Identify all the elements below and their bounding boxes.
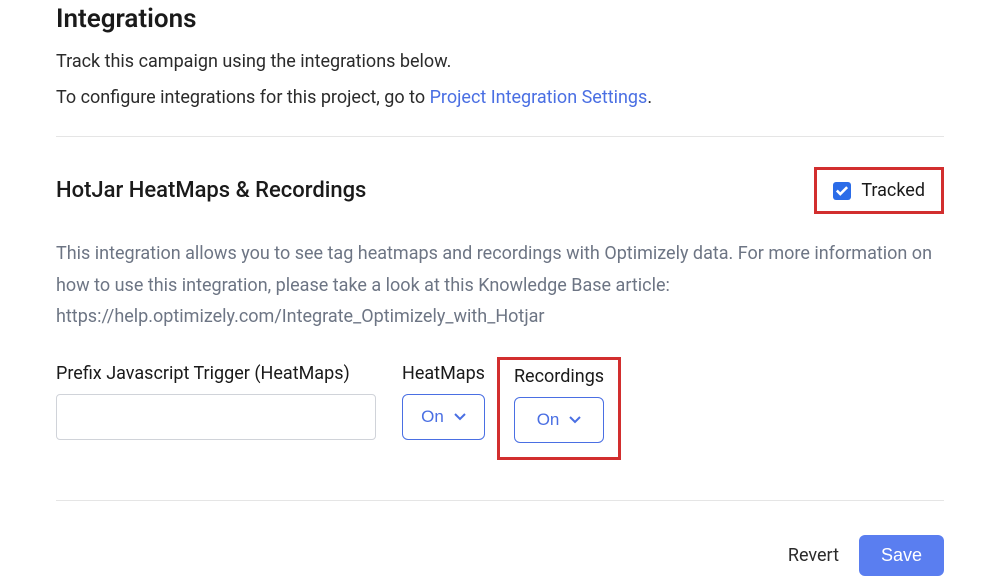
chevron-down-icon: [569, 416, 581, 424]
tracked-checkbox[interactable]: [833, 182, 851, 200]
config-line: To configure integrations for this proje…: [56, 87, 944, 108]
tracked-label: Tracked: [861, 180, 925, 201]
heatmaps-field-group: HeatMaps On: [402, 363, 485, 440]
prefix-label: Prefix Javascript Trigger (HeatMaps): [56, 363, 376, 384]
footer-divider: [56, 500, 944, 501]
footer-bar: Revert Save: [0, 500, 1000, 566]
config-suffix: .: [647, 87, 652, 108]
revert-button[interactable]: Revert: [788, 545, 839, 566]
divider: [56, 136, 944, 137]
tracked-container: Tracked: [814, 167, 944, 214]
check-icon: [836, 185, 848, 197]
page-title: Integrations: [56, 4, 944, 34]
page-subtitle: Track this campaign using the integratio…: [56, 48, 944, 75]
fields-row: Prefix Javascript Trigger (HeatMaps) Hea…: [56, 363, 944, 460]
recordings-value: On: [537, 410, 560, 430]
prefix-input[interactable]: [56, 394, 376, 440]
integration-title: HotJar HeatMaps & Recordings: [56, 178, 366, 203]
prefix-field-group: Prefix Javascript Trigger (HeatMaps): [56, 363, 376, 440]
heatmaps-label: HeatMaps: [402, 363, 485, 384]
chevron-down-icon: [454, 413, 466, 421]
heatmaps-value: On: [421, 407, 444, 427]
recordings-select[interactable]: On: [514, 397, 604, 443]
heatmaps-select[interactable]: On: [402, 394, 485, 440]
recordings-label: Recordings: [514, 366, 604, 387]
integration-header: HotJar HeatMaps & Recordings Tracked: [56, 167, 944, 214]
footer-actions: Revert Save: [56, 535, 944, 576]
integration-description: This integration allows you to see tag h…: [56, 238, 936, 333]
recordings-highlight: Recordings On: [497, 357, 621, 460]
recordings-field-group: Recordings On: [514, 366, 604, 443]
project-integration-settings-link[interactable]: Project Integration Settings: [430, 87, 648, 108]
config-prefix: To configure integrations for this proje…: [56, 87, 430, 108]
save-button[interactable]: Save: [859, 535, 944, 576]
